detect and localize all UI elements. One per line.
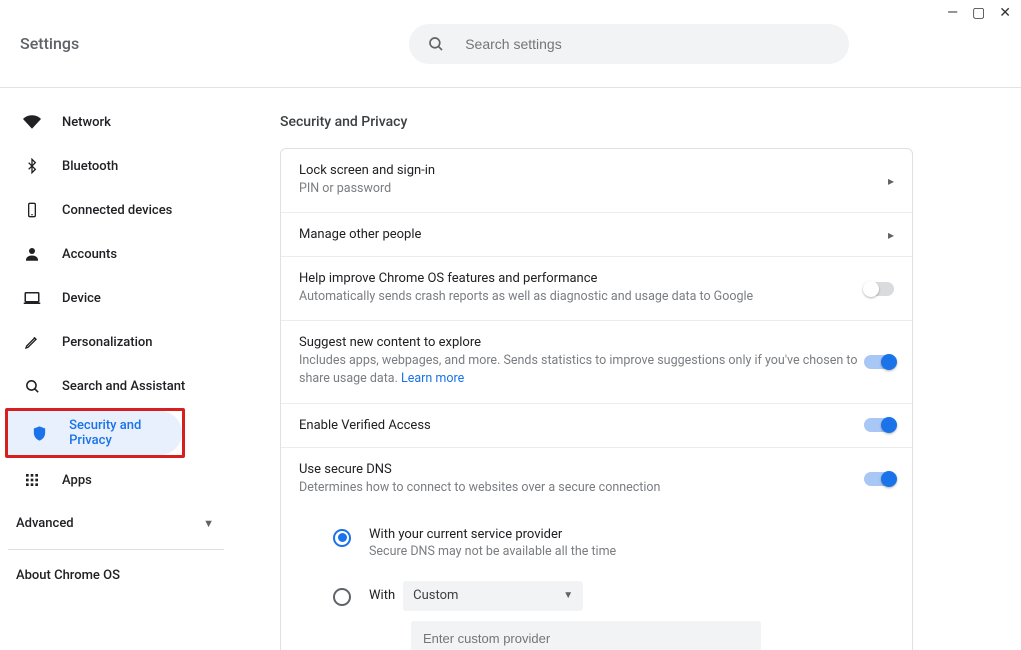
sidebar-item-label: Search and Assistant [62, 379, 185, 394]
option-title: With [369, 588, 395, 603]
section-title: Security and Privacy [280, 114, 913, 130]
window-minimize-button[interactable]: — [947, 6, 958, 20]
pencil-icon [22, 334, 42, 350]
dns-provider-select[interactable]: Custom ▼ [403, 581, 583, 611]
row-secure-dns: Use secure DNS Determines how to connect… [281, 448, 912, 511]
settings-card: Lock screen and sign-in PIN or password … [280, 148, 913, 650]
sidebar-item-device[interactable]: Device [0, 276, 240, 320]
sidebar-advanced-toggle[interactable]: Advanced ▼ [0, 502, 240, 545]
row-title: Manage other people [299, 227, 888, 242]
sidebar-item-personalization[interactable]: Personalization [0, 320, 240, 364]
sidebar-item-label: Device [62, 291, 101, 306]
advanced-label: Advanced [16, 516, 74, 531]
app-title: Settings [20, 34, 79, 53]
row-title: Suggest new content to explore [299, 335, 864, 350]
toggle-suggest-content[interactable] [864, 355, 894, 369]
toggle-secure-dns[interactable] [864, 472, 894, 486]
sidebar-item-label: Security and Privacy [69, 418, 182, 448]
option-title: With your current service provider [369, 527, 894, 542]
apps-icon [22, 472, 42, 488]
radio-current-provider[interactable] [333, 529, 351, 547]
toggle-crash-reports[interactable] [864, 282, 894, 296]
row-title: Enable Verified Access [299, 418, 864, 433]
sidebar-item-label: Network [62, 115, 111, 130]
row-verified-access: Enable Verified Access [281, 404, 912, 448]
dns-options: With your current service provider Secur… [281, 511, 912, 650]
sidebar-item-accounts[interactable]: Accounts [0, 232, 240, 276]
toggle-verified-access[interactable] [864, 418, 894, 432]
sidebar-item-apps[interactable]: Apps [0, 458, 240, 502]
row-lock-screen[interactable]: Lock screen and sign-in PIN or password … [281, 149, 912, 213]
row-manage-people[interactable]: Manage other people ▸ [281, 213, 912, 257]
highlight-box: Security and Privacy [5, 408, 185, 458]
row-crash-reports: Help improve Chrome OS features and perf… [281, 257, 912, 321]
sidebar: Network Bluetooth Connected devices Acco… [0, 88, 240, 650]
window-close-button[interactable]: ✕ [999, 6, 1011, 20]
chevron-right-icon: ▸ [888, 228, 894, 242]
search-input[interactable] [463, 35, 831, 53]
search-icon [427, 35, 445, 53]
chevron-down-icon: ▼ [563, 590, 573, 601]
sidebar-item-security-privacy[interactable]: Security and Privacy [8, 411, 182, 455]
learn-more-link[interactable]: Learn more [401, 371, 464, 386]
window-maximize-button[interactable]: ▢ [972, 6, 985, 20]
custom-provider-input[interactable] [411, 621, 761, 650]
option-subtitle: Secure DNS may not be available all the … [369, 544, 894, 559]
chevron-right-icon: ▸ [888, 174, 894, 188]
row-subtitle: Automatically sends crash reports as wel… [299, 288, 864, 306]
row-title: Lock screen and sign-in [299, 163, 888, 178]
row-subtitle: Determines how to connect to websites ov… [299, 479, 864, 497]
search-field[interactable] [409, 24, 849, 64]
person-icon [22, 245, 42, 263]
sidebar-item-network[interactable]: Network [0, 100, 240, 144]
row-subtitle: PIN or password [299, 180, 888, 198]
sidebar-item-label: Accounts [62, 247, 117, 262]
sidebar-item-label: Connected devices [62, 203, 172, 218]
search-icon [22, 378, 42, 395]
row-subtitle: Includes apps, webpages, and more. Sends… [299, 352, 864, 388]
chevron-down-icon: ▼ [203, 517, 214, 530]
sidebar-item-label: Personalization [62, 335, 153, 350]
shield-icon [30, 425, 49, 442]
sidebar-item-search-assistant[interactable]: Search and Assistant [0, 364, 240, 408]
laptop-icon [22, 289, 42, 307]
radio-custom-provider[interactable] [333, 588, 351, 606]
row-suggest-content: Suggest new content to explore Includes … [281, 321, 912, 403]
sidebar-item-bluetooth[interactable]: Bluetooth [0, 144, 240, 188]
divider [8, 549, 224, 550]
wifi-icon [22, 113, 42, 131]
phone-icon [22, 202, 42, 218]
main-content: Security and Privacy Lock screen and sig… [240, 88, 1021, 650]
sidebar-item-connected-devices[interactable]: Connected devices [0, 188, 240, 232]
row-title: Use secure DNS [299, 462, 864, 477]
sidebar-item-label: Bluetooth [62, 159, 118, 174]
sidebar-about[interactable]: About Chrome OS [0, 554, 240, 597]
select-value: Custom [413, 588, 458, 603]
sidebar-item-label: Apps [62, 473, 92, 488]
bluetooth-icon [22, 158, 42, 174]
row-title: Help improve Chrome OS features and perf… [299, 271, 864, 286]
